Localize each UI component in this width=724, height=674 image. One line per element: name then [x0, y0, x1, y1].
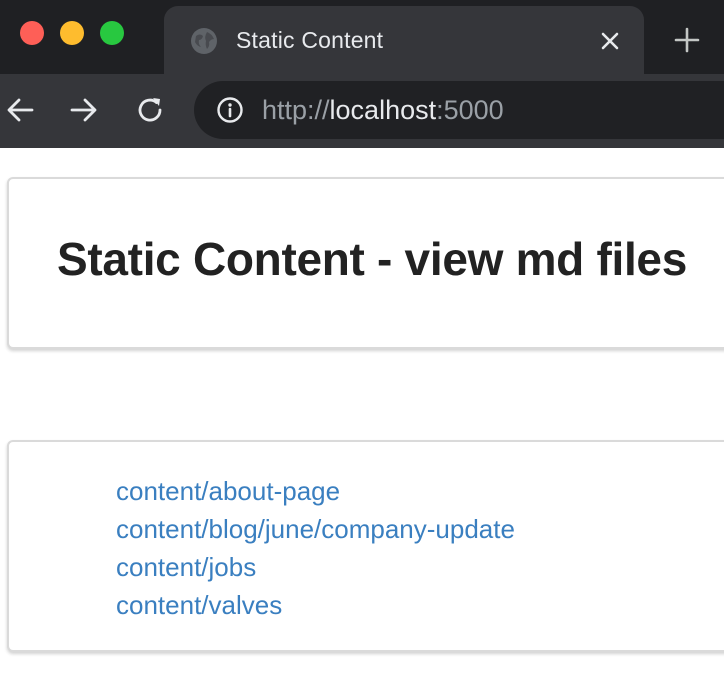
list-item: content/valves: [116, 586, 515, 624]
address-bar[interactable]: http://localhost:5000: [194, 81, 724, 139]
url-scheme: http://: [262, 95, 330, 125]
file-list: content/about-page content/blog/june/com…: [116, 472, 515, 624]
link-company-update[interactable]: content/blog/june/company-update: [116, 514, 515, 544]
url-text: http://localhost:5000: [262, 94, 504, 126]
window-minimize-light[interactable]: [60, 21, 84, 45]
info-icon[interactable]: [216, 96, 244, 124]
list-item: content/jobs: [116, 548, 515, 586]
header-panel: Static Content - view md files: [7, 177, 724, 349]
browser-tab-bar: Static Content: [0, 0, 724, 74]
page-title: Static Content - view md files: [57, 233, 687, 285]
link-valves[interactable]: content/valves: [116, 590, 282, 620]
globe-icon: [191, 28, 217, 54]
link-jobs[interactable]: content/jobs: [116, 552, 256, 582]
url-host: localhost: [329, 95, 437, 125]
back-arrow-icon[interactable]: [4, 94, 36, 126]
tab-title: Static Content: [236, 27, 384, 53]
browser-toolbar: http://localhost:5000: [0, 74, 724, 148]
file-list-panel: content/about-page content/blog/june/com…: [7, 440, 724, 652]
reload-icon[interactable]: [134, 94, 166, 126]
list-item: content/blog/june/company-update: [116, 510, 515, 548]
active-tab[interactable]: Static Content: [164, 6, 644, 74]
close-icon[interactable]: [598, 29, 622, 53]
forward-arrow-icon[interactable]: [68, 94, 100, 126]
window-close-light[interactable]: [20, 21, 44, 45]
list-item: content/about-page: [116, 472, 515, 510]
plus-icon[interactable]: [672, 25, 702, 55]
window-zoom-light[interactable]: [100, 21, 124, 45]
url-port: :5000: [436, 95, 504, 125]
link-about-page[interactable]: content/about-page: [116, 476, 340, 506]
